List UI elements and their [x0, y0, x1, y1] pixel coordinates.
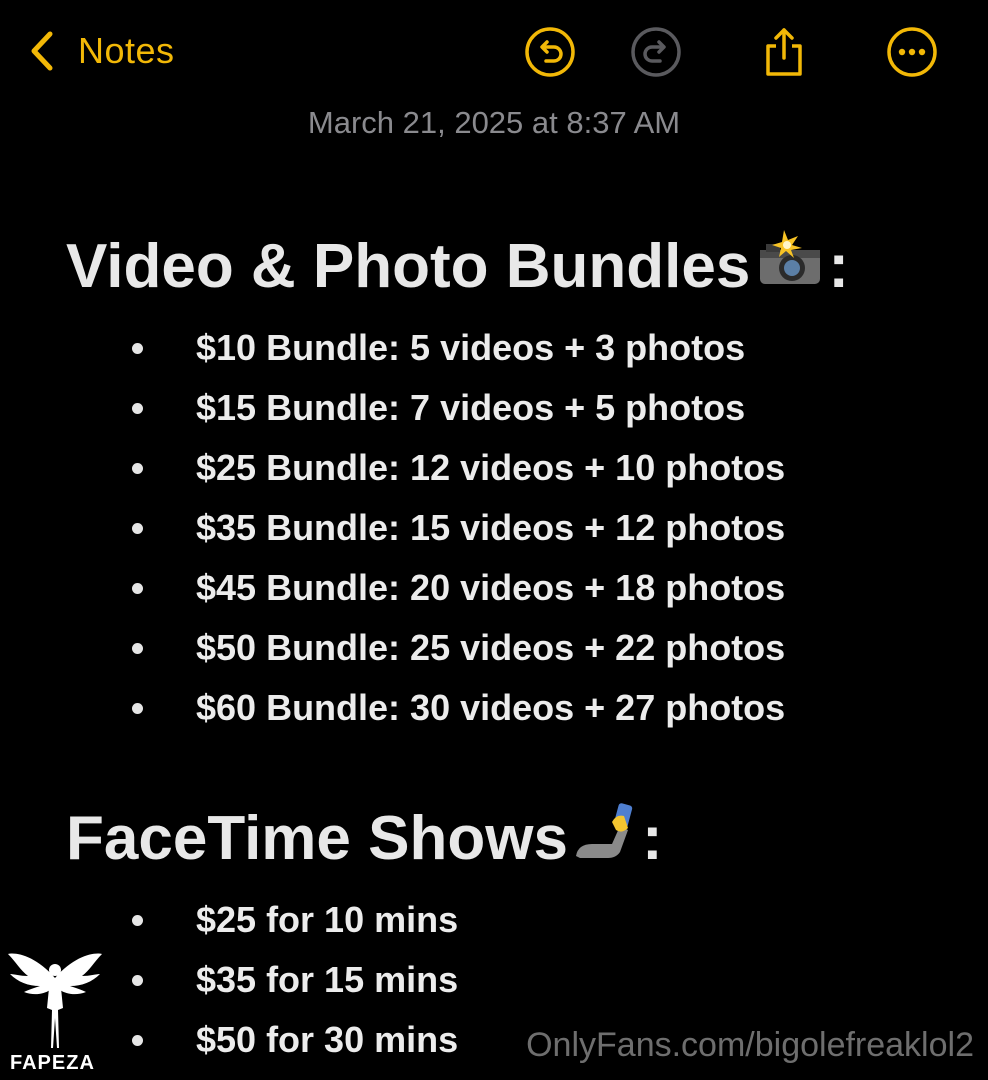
list-item-text: $45 Bundle: 20 videos + 18 photos [196, 567, 786, 608]
list-item-text: $50 Bundle: 25 videos + 22 photos [196, 627, 786, 668]
selfie-icon [572, 800, 638, 877]
list-item-text: $50 for 30 mins [196, 1019, 459, 1060]
redo-button[interactable] [630, 26, 682, 78]
heading-colon: : [641, 804, 663, 873]
heading-text: FaceTime Shows [66, 804, 568, 873]
bullet-dot [132, 915, 143, 926]
list-item: $15 Bundle: 7 videos + 5 photos [0, 378, 988, 438]
bullet-dot [132, 523, 143, 534]
heading-colon: : [828, 232, 849, 301]
undo-button[interactable] [524, 26, 576, 78]
section-heading-facetime: FaceTime Shows : [66, 800, 663, 877]
list-item-text: $35 for 15 mins [196, 959, 459, 1000]
section-heading-bundles: Video & Photo Bundles : [66, 228, 849, 305]
list-item: $45 Bundle: 20 videos + 18 photos [0, 558, 988, 618]
back-label: Notes [78, 30, 175, 71]
undo-icon [525, 27, 575, 77]
list-item-text: $35 Bundle: 15 videos + 12 photos [196, 507, 786, 548]
list-item-text: $60 Bundle: 30 videos + 27 photos [196, 687, 786, 728]
bullet-dot [132, 463, 143, 474]
bullet-dot [132, 975, 143, 986]
share-icon [766, 28, 802, 76]
list-item: $50 Bundle: 25 videos + 22 photos [0, 618, 988, 678]
bundle-list: $10 Bundle: 5 videos + 3 photos $15 Bund… [0, 318, 988, 738]
more-button[interactable] [886, 26, 938, 78]
note-timestamp: March 21, 2025 at 8:37 AM [307, 105, 681, 140]
logo-text: FAPEZA [10, 1052, 95, 1074]
camera-with-flash-icon [754, 228, 824, 305]
chevron-left-icon [31, 31, 53, 71]
share-button[interactable] [758, 26, 810, 78]
list-item-text: $25 Bundle: 12 videos + 10 photos [196, 447, 786, 488]
list-item: $35 Bundle: 15 videos + 12 photos [0, 498, 988, 558]
list-item-text: $10 Bundle: 5 videos + 3 photos [196, 327, 746, 368]
bullet-dot [132, 403, 143, 414]
more-icon [887, 27, 937, 77]
bullet-dot [132, 703, 143, 714]
redo-icon [631, 27, 681, 77]
heading-text: Video & Photo Bundles [66, 232, 751, 301]
list-item: $35 for 15 mins [0, 950, 988, 1010]
list-item: $60 Bundle: 30 videos + 27 photos [0, 678, 988, 738]
list-item-text: $15 Bundle: 7 videos + 5 photos [196, 387, 746, 428]
bullet-dot [132, 1035, 143, 1046]
bullet-dot [132, 643, 143, 654]
bullet-dot [132, 583, 143, 594]
list-item: $10 Bundle: 5 videos + 3 photos [0, 318, 988, 378]
list-item: $25 for 10 mins [0, 890, 988, 950]
bullet-dot [132, 343, 143, 354]
watermark-text: OnlyFans.com/bigolefreaklol2 [526, 1026, 974, 1064]
list-item: $25 Bundle: 12 videos + 10 photos [0, 438, 988, 498]
back-button[interactable]: Notes [28, 26, 175, 76]
list-item-text: $25 for 10 mins [196, 899, 459, 940]
top-toolbar: Notes [0, 0, 988, 110]
